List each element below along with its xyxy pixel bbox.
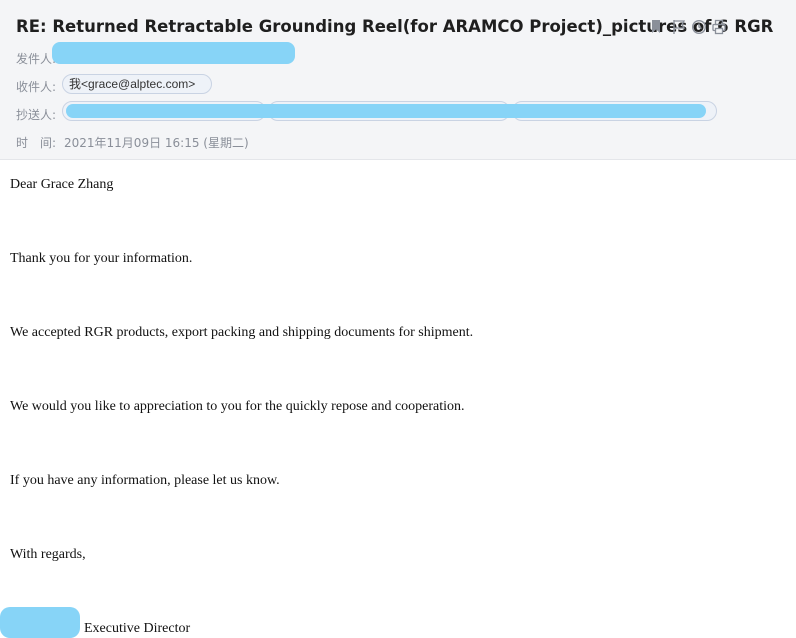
body-paragraph-4: If you have any information, please let …: [10, 473, 280, 488]
time-label: 时 间:: [16, 136, 57, 150]
cc-label: 抄送人:: [16, 108, 57, 122]
cc-redaction: [66, 104, 706, 118]
bookmark-icon[interactable]: [649, 18, 665, 36]
body-paragraph-3: We would you like to appreciation to you…: [10, 399, 465, 414]
from-redaction: [52, 42, 295, 64]
to-label: 收件人:: [16, 80, 57, 94]
signature-redaction: [0, 607, 80, 638]
time-row: 时 间: 2021年11月09日 16:15 (星期二): [16, 130, 336, 152]
email-header: RE: Returned Retractable Grounding Reel(…: [0, 0, 796, 160]
from-label: 发件人:: [16, 52, 57, 66]
closing: With regards,: [10, 547, 86, 562]
body-paragraph-2: We accepted RGR products, export packing…: [10, 325, 474, 340]
sent-time: 2021年11月09日 16:15 (星期二): [64, 136, 249, 150]
clock-icon[interactable]: [691, 18, 707, 36]
print-icon[interactable]: [711, 18, 727, 36]
greeting: Dear Grace Zhang: [10, 177, 114, 192]
signature-title: Executive Director: [84, 621, 191, 636]
email-body: Dear Grace Zhang Thank you for your info…: [0, 161, 796, 638]
recipient-chip[interactable]: 我<grace@alptec.com>: [62, 74, 212, 94]
body-paragraph-1: Thank you for your information.: [10, 251, 193, 266]
flag-icon[interactable]: [671, 18, 687, 36]
